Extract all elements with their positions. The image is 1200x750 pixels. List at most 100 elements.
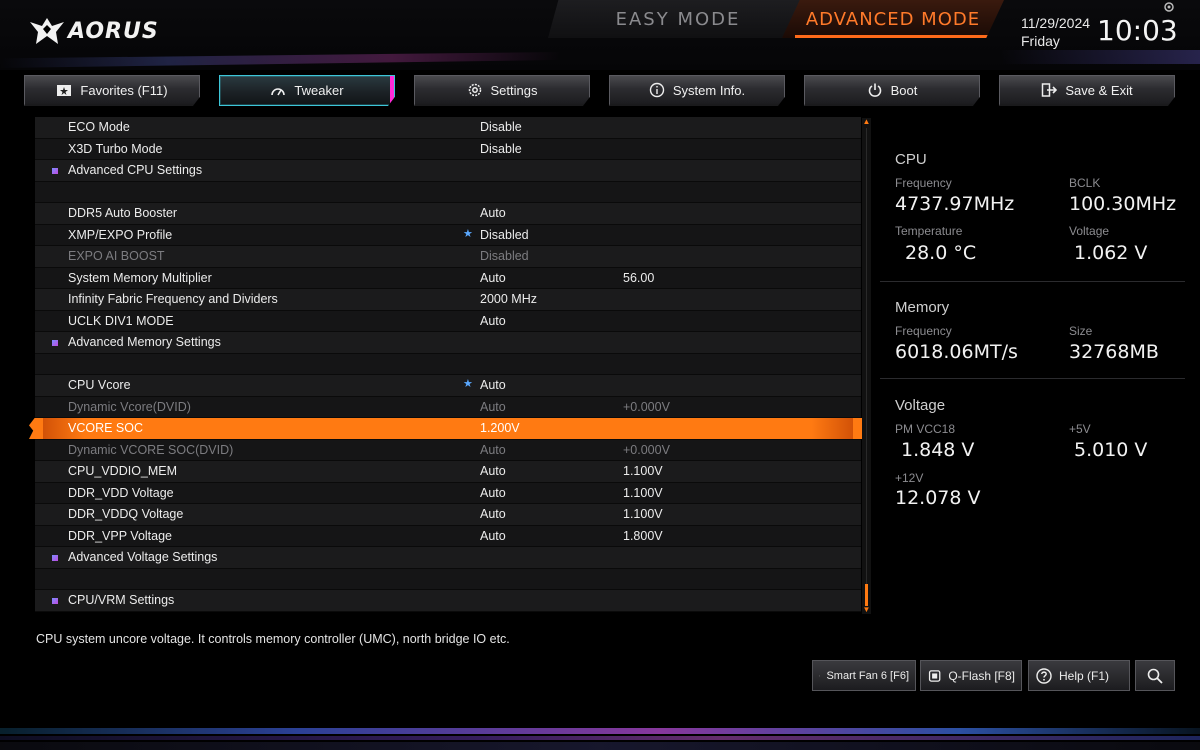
setting-row-uclk-div1[interactable]: UCLK DIV1 MODE Auto [35,310,861,332]
cpu-voltage-value: 1.062 V [1074,242,1148,264]
tab-label: Boot [890,82,918,98]
memory-frequency-value: 6018.06MT/s [895,341,1018,363]
setting-value[interactable]: Auto [480,529,506,543]
cpu-frequency-value: 4737.97MHz [895,193,1015,215]
setting-value[interactable]: 1.200V [480,421,520,435]
advanced-mode-button[interactable]: ADVANCED MODE [782,0,1004,38]
clock-time: 10:03 [1097,14,1178,47]
setting-row-infinity-fabric[interactable]: Infinity Fabric Frequency and Dividers 2… [35,289,861,311]
cpu-temperature-value: 28.0 °C [905,242,977,264]
setting-name: X3D Turbo Mode [68,141,163,156]
tab-label: Save & Exit [1065,82,1133,98]
setting-name: DDR_VDDQ Voltage [68,507,184,521]
setting-value[interactable]: Auto [480,314,506,328]
setting-row-x3d-turbo[interactable]: X3D Turbo Mode Disable [35,138,861,160]
setting-current-value: 1.100V [623,485,663,500]
scroll-up-arrow-icon[interactable]: ▲ [862,118,871,126]
setting-name: Dynamic Vcore(DVID) [68,399,191,414]
submenu-bullet-icon [52,168,58,174]
scroll-track [866,128,867,604]
setting-row-xmp-expo-profile[interactable]: XMP/EXPO Profile ★ Disabled [35,224,861,246]
tab-boot[interactable]: Boot [804,75,980,106]
submenu-advanced-voltage-settings[interactable]: Advanced Voltage Settings [35,547,861,569]
item-help-description: CPU system uncore voltage. It controls m… [36,632,510,646]
setting-value[interactable]: Auto [480,378,506,392]
setting-value[interactable]: Auto [480,507,506,521]
tab-system-info[interactable]: System Info. [609,75,785,106]
setting-value[interactable]: Disable [480,142,522,156]
setting-row-vcore-soc-selected[interactable]: VCORE SOC 1.200V [29,418,869,440]
setting-row-ddr-vpp[interactable]: DDR_VPP Voltage Auto 1.800V [35,525,861,547]
logo-text: AORUS [68,18,159,44]
setting-row-ddr-vdd[interactable]: DDR_VDD Voltage Auto 1.100V [35,482,861,504]
tab-tweaker[interactable]: Tweaker [219,75,395,106]
date-text: 11/29/2024 [1021,15,1091,31]
setting-value: Disabled [480,249,529,263]
submenu-bullet-icon [52,340,58,346]
easy-mode-label: EASY MODE [615,8,741,30]
easy-mode-button[interactable]: EASY MODE [548,0,808,38]
advanced-mode-label: ADVANCED MODE [805,8,981,30]
list-spacer [35,568,861,590]
setting-row-cpu-vddio-mem[interactable]: CPU_VDDIO_MEM Auto 1.100V [35,461,861,483]
tab-label: Tweaker [294,83,344,98]
scroll-thumb[interactable] [865,584,868,606]
setting-name: Dynamic VCORE SOC(DVID) [68,442,234,457]
aorus-logo: AORUS [28,14,159,48]
fan-icon [819,674,821,677]
footer-stripe [0,728,1200,734]
submenu-advanced-cpu-settings[interactable]: Advanced CPU Settings [35,160,861,182]
tab-favorites[interactable]: Favorites (F11) [24,75,200,106]
tab-label: Settings [490,82,538,98]
setting-row-eco-mode[interactable]: ECO Mode Disable [35,117,861,139]
setting-name: CPU_VDDIO_MEM [68,464,178,478]
setting-row-expo-ai-boost: EXPO AI BOOST Disabled [35,246,861,268]
submenu-bullet-icon [52,555,58,561]
setting-value[interactable]: Disable [480,120,522,134]
speedometer-icon [271,87,286,95]
list-scrollbar[interactable]: ▲ ▼ [862,118,871,614]
setting-value[interactable]: 2000 MHz [480,292,537,306]
setting-name: System Memory Multiplier [68,270,212,285]
submenu-cpu-vrm-settings[interactable]: CPU/VRM Settings [35,590,861,612]
cpu-section-title: CPU [895,151,927,168]
pmvcc18-label: PM VCC18 [895,422,956,436]
tab-settings[interactable]: Settings [414,75,590,106]
header-decor-stripe [0,52,560,68]
setting-row-ddr-vddq[interactable]: DDR_VDDQ Voltage Auto 1.100V [35,504,861,526]
cpu-frequency-label: Frequency [895,176,952,190]
p12v-label: +12V [895,471,924,485]
submenu-name: Advanced CPU Settings [68,163,203,177]
date-display: 11/29/2024 Friday [1021,14,1090,50]
footer-stripe [0,736,1200,740]
setting-value[interactable]: Auto [480,271,506,285]
setting-row-ddr5-auto-booster[interactable]: DDR5 Auto Booster Auto [35,203,861,225]
help-button[interactable]: Help (F1) [1028,660,1130,691]
cpu-voltage-label: Voltage [1069,224,1110,238]
submenu-advanced-memory-settings[interactable]: Advanced Memory Settings [35,332,861,354]
memory-frequency-label: Frequency [895,324,952,338]
setting-name: VCORE SOC [68,421,144,435]
footer-decor [0,718,1200,750]
setting-row-memory-multiplier[interactable]: System Memory Multiplier Auto 56.00 [35,267,861,289]
setting-value[interactable]: Auto [480,464,506,478]
button-label: Q-Flash [F8] [948,668,1015,683]
p5v-value: 5.010 V [1074,439,1148,461]
setting-value[interactable]: Auto [480,206,506,220]
info-icon [649,82,665,98]
gear-icon[interactable] [1163,1,1175,13]
tab-save-exit[interactable]: Save & Exit [999,75,1175,106]
setting-row-cpu-vcore[interactable]: CPU Vcore ★ Auto [35,375,861,397]
list-spacer [35,181,861,203]
search-button[interactable] [1135,660,1175,691]
setting-name: Infinity Fabric Frequency and Dividers [68,292,278,306]
tab-label: Favorites (F11) [80,82,168,98]
smart-fan-button[interactable]: Smart Fan 6 [F6] [812,660,916,691]
setting-value[interactable]: Auto [480,486,506,500]
setting-current-value: +0.000V [623,442,670,457]
setting-value[interactable]: Disabled [480,228,529,242]
scroll-down-arrow-icon[interactable]: ▼ [862,606,871,614]
settings-list: ECO Mode Disable X3D Turbo Mode Disable … [29,117,869,614]
submenu-bullet-icon [52,598,58,604]
q-flash-button[interactable]: Q-Flash [F8] [920,660,1022,691]
